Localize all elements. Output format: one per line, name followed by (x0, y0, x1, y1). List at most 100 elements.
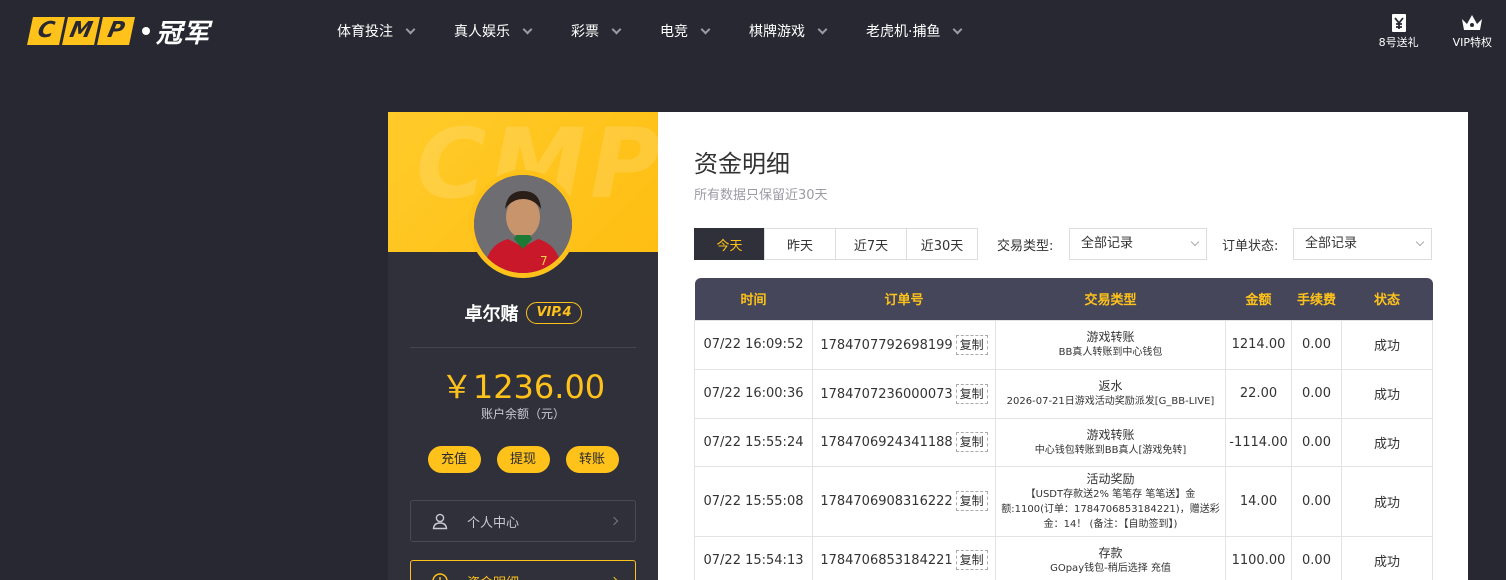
wallet-actions: 充值 提现 转账 (388, 446, 658, 473)
logo-letter-p: P (97, 17, 135, 45)
nav-card-games-label: 棋牌游戏 (749, 24, 805, 40)
tab-yesterday[interactable]: 昨天 (764, 228, 836, 260)
chevron-down-icon (1415, 237, 1425, 247)
menu-item-personal-center-label: 个人中心 (467, 515, 520, 531)
fund-details-panel: 资金明细 所有数据只保留近30天 今天 昨天 近7天 近30天 交易类型: 全部… (658, 112, 1468, 580)
account-balance-label: 账户余额（元） (480, 407, 565, 421)
copy-button[interactable]: 复制 (955, 491, 988, 511)
account-balance: ￥1236.00 (440, 368, 606, 406)
transaction-type-value: 全部记录 (1081, 236, 1134, 251)
transaction-description: 2026-07-21日游戏活动奖励派发[G_BB-LIVE] (1006, 396, 1215, 407)
logo-chinese-text: 冠军 (156, 18, 211, 49)
cell-amount: 14.00 (1225, 465, 1292, 537)
order-number: 1784707236000073 (820, 386, 953, 402)
nav-esports[interactable]: 电竞 (660, 21, 711, 41)
cell-fee: 0.00 (1291, 368, 1342, 419)
withdraw-button[interactable]: 提现 (496, 446, 550, 473)
page-title: 资金明细 (694, 150, 790, 178)
transaction-description: BB真人转账到中心钱包 (1058, 347, 1163, 358)
nav-lottery[interactable]: 彩票 (571, 21, 622, 41)
cell-order-no: 1784707792698199 复制 (812, 319, 996, 370)
avatar[interactable]: 7 (469, 170, 577, 278)
col-header-order-no: 订单号 (812, 278, 996, 320)
table-row: 07/22 15:55:24 1784706924341188 复制 游戏转账 中心… (694, 417, 1433, 467)
table-row: 07/22 16:09:52 1784707792698199 复制 游戏转账 BB… (694, 319, 1433, 370)
cell-time: 07/22 15:55:24 (694, 417, 813, 467)
cell-time: 07/22 16:00:36 (694, 368, 813, 419)
cell-time: 07/22 15:55:08 (694, 465, 813, 537)
cell-time: 07/22 16:09:52 (694, 319, 813, 370)
copy-button[interactable]: 复制 (955, 550, 988, 570)
chevron-down-icon (817, 24, 828, 34)
cell-fee: 0.00 (1291, 535, 1342, 580)
cell-fee: 0.00 (1291, 465, 1342, 537)
col-header-amount: 金额 (1225, 278, 1292, 320)
table-header-row: 时间 订单号 交易类型 金额 手续费 状态 (694, 278, 1433, 320)
order-number: 1784706853184221 (820, 553, 953, 568)
chevron-down-icon (953, 24, 963, 34)
gift-link-label: 8号送礼 (1378, 36, 1419, 49)
table-row: 07/22 15:55:08 1784706908316222 复制 活动奖励【U… (694, 465, 1433, 537)
cell-amount: 22.00 (1225, 368, 1292, 419)
date-range-tabs: 今天 昨天 近7天 近30天 (694, 228, 978, 260)
transaction-description: 【USDT存款送2% 笔笔存 笔笔送】金额:1100(订单：1784706853… (1001, 488, 1220, 530)
transaction-type-label: 交易类型: (997, 239, 1054, 254)
col-header-fee: 手续费 (1291, 278, 1342, 320)
crown-icon (1460, 12, 1484, 34)
chevron-down-icon (611, 24, 622, 34)
order-number: 1784706908316222 (820, 494, 953, 509)
nav-slots-fishing[interactable]: 老虎机·捕鱼 (866, 21, 963, 41)
profile-panel: CMP 7 卓尔赌 VIP.4 ￥1236.00 账户余额（元） 充值 提现 转… (388, 112, 658, 580)
nav-lottery-label: 彩票 (571, 24, 599, 40)
cell-transaction-type: 活动奖励【USDT存款送2% 笔笔存 笔笔送】金额:1100(订单：178470… (995, 465, 1226, 537)
tab-last-7-days[interactable]: 近7天 (835, 228, 907, 260)
transfer-button[interactable]: 转账 (565, 446, 619, 473)
cell-time: 07/22 15:54:13 (694, 535, 813, 580)
order-number: 1784706924341188 (820, 435, 953, 450)
nav-live-casino[interactable]: 真人娱乐 (454, 21, 533, 41)
cell-status: 成功 (1341, 535, 1433, 580)
cell-amount: 1214.00 (1225, 319, 1292, 370)
menu-item-personal-center[interactable]: 个人中心 (410, 500, 636, 542)
vip-link[interactable]: VIP特权 (1453, 12, 1492, 50)
cell-status: 成功 (1341, 319, 1433, 370)
clock-icon (432, 573, 448, 580)
avatar-image: 7 (474, 175, 572, 273)
menu-item-fund-details[interactable]: 资金明细 (410, 560, 636, 580)
nav-sports[interactable]: 体育投注 (337, 21, 416, 41)
gift-link[interactable]: 8号送礼 (1379, 12, 1419, 50)
copy-button[interactable]: 复制 (955, 432, 988, 452)
cell-amount: 1100.00 (1225, 535, 1292, 580)
cell-fee: 0.00 (1291, 319, 1342, 370)
logo-dot (142, 27, 150, 35)
cell-order-no: 1784706908316222 复制 (812, 465, 996, 537)
top-navigation-bar: C M P 冠军 体育投注 真人娱乐 彩票 电竞 棋牌游戏 老虎机·捕鱼 8号送… (0, 0, 1506, 62)
order-status-label: 订单状态: (1222, 239, 1279, 254)
order-number: 1784707792698199 (820, 337, 953, 353)
cmp-logo[interactable]: C M P 冠军 (27, 16, 210, 49)
nav-esports-label: 电竞 (660, 24, 688, 40)
table-row: 07/22 16:00:36 1784707236000073 复制 返水 2026… (694, 368, 1433, 419)
logo-letter-c: C (27, 17, 65, 45)
main-nav: 体育投注 真人娱乐 彩票 电竞 棋牌游戏 老虎机·捕鱼 (337, 0, 1001, 62)
cell-order-no: 1784706924341188 复制 (812, 417, 996, 467)
transaction-type-select[interactable]: 全部记录 (1069, 228, 1207, 260)
top-right-links: 8号送礼 VIP特权 (1379, 12, 1492, 50)
cell-transaction-type: 存款 GOpay钱包-稍后选择 充值 (995, 535, 1226, 580)
copy-button[interactable]: 复制 (955, 383, 988, 404)
copy-button[interactable]: 复制 (955, 334, 988, 355)
cell-order-no: 1784706853184221 复制 (812, 535, 996, 580)
cell-transaction-type: 游戏转账 中心钱包转账到BB真人[游戏免转] (995, 417, 1226, 467)
deposit-button[interactable]: 充值 (427, 446, 481, 473)
fund-records-table: 时间 订单号 交易类型 金额 手续费 状态 07/22 16:09:52 178… (694, 278, 1433, 580)
menu-item-fund-details-label: 资金明细 (467, 572, 519, 580)
col-header-transaction-type: 交易类型 (995, 278, 1226, 320)
transaction-type: 活动奖励 (1086, 471, 1135, 486)
nav-card-games[interactable]: 棋牌游戏 (749, 21, 828, 41)
table-row: 07/22 15:54:13 1784706853184221 复制 存款 GOpa… (694, 535, 1433, 580)
chevron-right-icon (609, 516, 619, 526)
col-header-status: 状态 (1341, 278, 1433, 320)
tab-today[interactable]: 今天 (694, 228, 765, 260)
order-status-select[interactable]: 全部记录 (1293, 228, 1432, 260)
tab-last-30-days[interactable]: 近30天 (906, 228, 978, 260)
